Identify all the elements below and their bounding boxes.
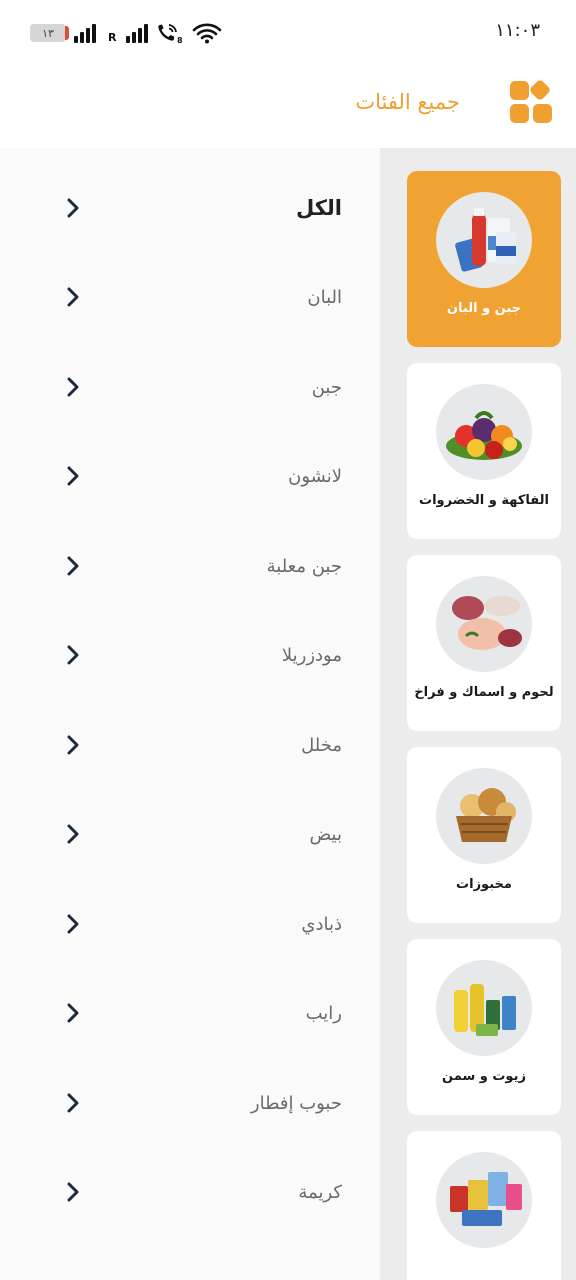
subcategory-item[interactable]: مودزريلا (0, 625, 380, 685)
fruits-vegetables-image (446, 411, 522, 460)
battery-icon: ١٣ (30, 24, 69, 42)
subcategory-item[interactable]: كريمة (0, 1162, 380, 1222)
category-image (436, 192, 532, 288)
chevron-right-icon (67, 377, 79, 397)
main-content: الكل البان جبن لانشون جبن معلبة مودزريلا… (0, 148, 576, 1280)
dairy-products-image (455, 208, 516, 272)
subcategory-item[interactable]: حبوب إفطار (0, 1073, 380, 1133)
chevron-right-icon (67, 287, 79, 307)
category-label: زيوت و سمن (442, 1069, 526, 1084)
page-title: جميع الفئات (355, 90, 460, 114)
subcategory-item[interactable]: ذبادي (0, 894, 380, 954)
category-label: لحوم و اسماك و فراخ (414, 685, 554, 700)
subcategory-label: بيض (309, 823, 343, 845)
category-label: مخبوزات (456, 877, 512, 892)
chevron-right-icon (67, 645, 79, 665)
bakery-basket-image (456, 788, 516, 842)
status-bar: ١٣ R 8 ١١:٠٣ (0, 0, 576, 64)
category-label: جبن و البان (446, 301, 522, 316)
wifi-icon (193, 23, 222, 44)
category-card-fruits[interactable]: الفاكهة و الخضروات (407, 363, 561, 539)
chevron-right-icon (67, 198, 79, 218)
subcategory-label: حبوب إفطار (250, 1092, 342, 1114)
subcategory-item[interactable]: جبن (0, 357, 380, 417)
subcategory-label: جبن معلبة (266, 555, 342, 577)
svg-text:8: 8 (177, 36, 183, 44)
category-card-meat[interactable]: لحوم و اسماك و فراخ (407, 555, 561, 731)
subcategory-label: ذبادي (301, 913, 342, 935)
subcategory-item[interactable]: البان (0, 267, 380, 327)
category-card-dairy[interactable]: جبن و البان (407, 171, 561, 347)
subcategory-item[interactable]: بيض (0, 804, 380, 864)
chevron-right-icon (67, 1093, 79, 1113)
signal-icon (74, 23, 96, 43)
status-icons: ١٣ R 8 (30, 22, 222, 44)
subcategory-label: جبن (311, 376, 342, 398)
chevron-right-icon (67, 1182, 79, 1202)
grid-icon[interactable] (508, 78, 554, 124)
roaming-icon: R (108, 31, 117, 44)
subcategory-label: مخلل (301, 734, 342, 756)
meat-fish-poultry-image (452, 596, 522, 650)
category-image (436, 960, 532, 1056)
category-image (436, 768, 532, 864)
oils-ghee-image (454, 984, 516, 1036)
subcategory-label: البان (307, 286, 342, 308)
chevron-right-icon (67, 824, 79, 844)
category-card-bakery[interactable]: مخبوزات (407, 747, 561, 923)
chevron-right-icon (67, 914, 79, 934)
packaged-goods-image (450, 1172, 522, 1226)
category-image (436, 576, 532, 672)
category-column: جبن و البان الفاكهة و الخضروات لحوم و اس… (380, 148, 576, 1280)
subcategory-item[interactable]: لانشون (0, 446, 380, 506)
chevron-right-icon (67, 735, 79, 755)
category-image (436, 1152, 532, 1248)
subcategory-item[interactable]: رايب (0, 983, 380, 1043)
subcategory-item[interactable]: الكل (0, 178, 380, 238)
app-header: جميع الفئات (0, 64, 576, 148)
subcategory-item[interactable]: مخلل (0, 715, 380, 775)
subcategory-label: كريمة (298, 1181, 342, 1203)
category-card-packaged[interactable] (407, 1131, 561, 1280)
chevron-right-icon (67, 466, 79, 486)
category-card-oils[interactable]: زيوت و سمن (407, 939, 561, 1115)
signal-2-icon (126, 23, 149, 43)
wifi-calling-icon: 8 (158, 24, 183, 44)
subcategory-list: الكل البان جبن لانشون جبن معلبة مودزريلا… (0, 148, 380, 1280)
subcategory-label: لانشون (288, 465, 342, 487)
status-time: ١١:٠٣ (495, 20, 540, 41)
subcategory-label: مودزريلا (281, 644, 342, 666)
subcategory-label: الكل (295, 196, 342, 220)
category-label: الفاكهة و الخضروات (419, 493, 549, 508)
chevron-right-icon (67, 556, 79, 576)
subcategory-item[interactable]: جبن معلبة (0, 536, 380, 596)
category-image (436, 384, 532, 480)
battery-level: ١٣ (42, 26, 54, 40)
subcategory-label: رايب (305, 1002, 342, 1024)
chevron-right-icon (67, 1003, 79, 1023)
